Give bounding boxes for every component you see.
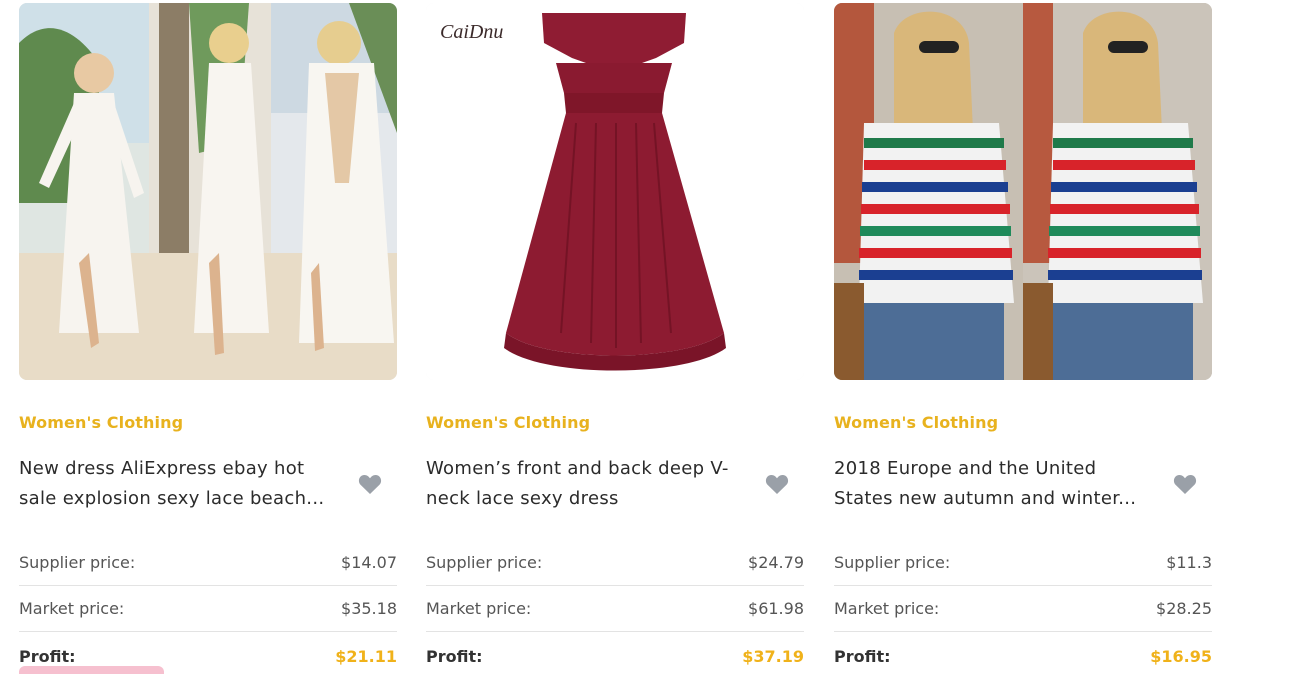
supplier-price-value: $11.3 <box>1166 553 1212 572</box>
product-image[interactable]: CaiDnu <box>426 3 804 380</box>
supplier-price-value: $24.79 <box>748 553 804 572</box>
profit-label: Profit: <box>426 646 483 666</box>
favorite-heart-icon[interactable] <box>1173 473 1197 495</box>
floating-tab[interactable] <box>19 666 164 674</box>
product-image[interactable] <box>19 3 397 380</box>
profit-row: Profit: $16.95 <box>834 633 1212 679</box>
supplier-price-label: Supplier price: <box>834 553 951 572</box>
product-title[interactable]: 2018 Europe and the United States new au… <box>834 454 1146 514</box>
profit-row: Profit: $37.19 <box>426 633 804 679</box>
profit-label: Profit: <box>19 646 76 666</box>
favorite-heart-icon[interactable] <box>765 473 789 495</box>
market-price-label: Market price: <box>426 599 532 618</box>
profit-value: $21.11 <box>335 646 397 666</box>
market-price-label: Market price: <box>19 599 125 618</box>
product-card[interactable]: Women's Clothing New dress AliExpress eb… <box>19 3 397 674</box>
profit-label: Profit: <box>834 646 891 666</box>
product-card[interactable]: CaiDnu Women's Clothing Women’s front an… <box>426 3 804 671</box>
product-category[interactable]: Women's Clothing <box>834 413 998 432</box>
brand-logo: CaiDnu <box>440 21 503 43</box>
supplier-price-value: $14.07 <box>341 553 397 572</box>
market-price-row: Market price: $28.25 <box>834 586 1212 632</box>
supplier-price-row: Supplier price: $14.07 <box>19 540 397 586</box>
profit-value: $37.19 <box>742 646 804 666</box>
supplier-price-row: Supplier price: $11.3 <box>834 540 1212 586</box>
favorite-heart-icon[interactable] <box>358 473 382 495</box>
supplier-price-row: Supplier price: $24.79 <box>426 540 804 586</box>
market-price-row: Market price: $35.18 <box>19 586 397 632</box>
profit-value: $16.95 <box>1150 646 1212 666</box>
product-image[interactable] <box>834 3 1212 380</box>
product-grid: Women's Clothing New dress AliExpress eb… <box>0 0 1315 674</box>
market-price-row: Market price: $61.98 <box>426 586 804 632</box>
product-category[interactable]: Women's Clothing <box>426 413 590 432</box>
product-title[interactable]: Women’s front and back deep V-neck lace … <box>426 454 738 514</box>
product-title[interactable]: New dress AliExpress ebay hot sale explo… <box>19 454 331 514</box>
supplier-price-label: Supplier price: <box>426 553 543 572</box>
product-card[interactable]: Women's Clothing 2018 Europe and the Uni… <box>834 3 1212 671</box>
product-category[interactable]: Women's Clothing <box>19 413 183 432</box>
market-price-label: Market price: <box>834 599 940 618</box>
market-price-value: $28.25 <box>1156 599 1212 618</box>
market-price-value: $61.98 <box>748 599 804 618</box>
supplier-price-label: Supplier price: <box>19 553 136 572</box>
market-price-value: $35.18 <box>341 599 397 618</box>
